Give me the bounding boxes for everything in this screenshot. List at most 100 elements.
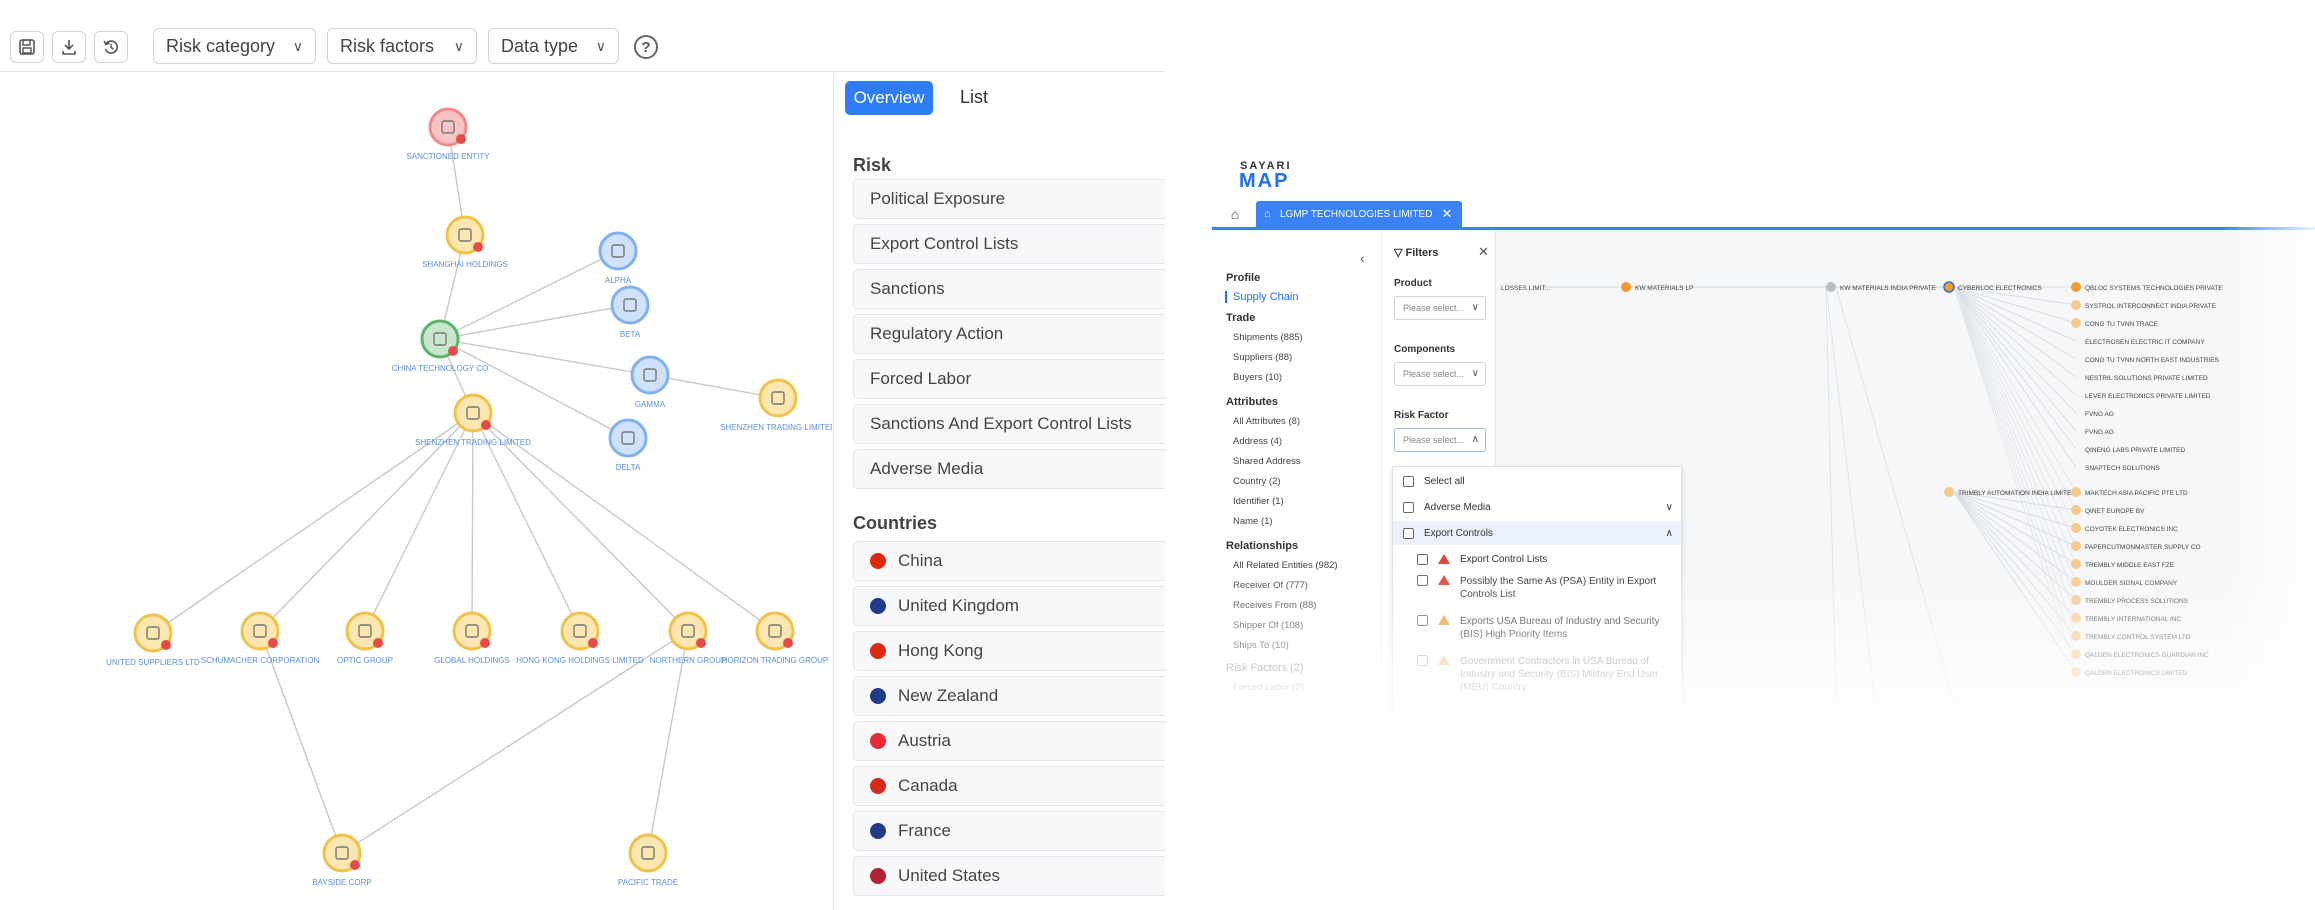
chain-node[interactable]: ELECTROSEN ELECTRIC IT COMPANY xyxy=(2071,336,2205,346)
country-item[interactable]: United Kingdom xyxy=(853,586,1165,626)
chain-node[interactable]: LEVER ELECTRONICS PRIVATE LIMITED xyxy=(2071,390,2211,400)
risk-category-dropdown[interactable]: Risk category ∨ xyxy=(153,28,316,64)
chain-node[interactable]: MAKTECH ASIA PACIFIC PTE LTD xyxy=(2071,487,2188,497)
download-button[interactable] xyxy=(52,31,86,63)
sidebar-item[interactable]: Shared Address xyxy=(1233,456,1301,467)
graph-node[interactable]: SCHUMACHER CORPORATION xyxy=(201,611,320,665)
adverse-media-option[interactable]: Adverse Media ∨ xyxy=(1393,495,1681,519)
graph-node[interactable]: ALPHA xyxy=(598,231,638,285)
sidebar-item[interactable]: Shipper Of (108) xyxy=(1233,620,1303,631)
country-item[interactable]: New Zealand xyxy=(853,676,1165,716)
country-item[interactable]: Canada xyxy=(853,766,1165,806)
checkbox[interactable] xyxy=(1403,527,1414,539)
sidebar-item[interactable]: Country (2) xyxy=(1233,476,1281,487)
chain-node[interactable]: TREMBLY CONTROL SYSTEM LTD xyxy=(2071,631,2191,641)
tab-overview[interactable]: Overview xyxy=(845,81,933,115)
sub-option[interactable]: Exports USA Bureau of Industry and Secur… xyxy=(1393,611,1681,647)
risk-factors-dropdown[interactable]: Risk factors ∨ xyxy=(327,28,477,64)
sub-option[interactable]: Possibly the Same As (PSA) Entity in Exp… xyxy=(1393,571,1681,607)
chevron-left-icon[interactable]: ‹ xyxy=(1360,250,1365,266)
product-select[interactable]: Please select... ∨ xyxy=(1394,296,1486,320)
select-all-option[interactable]: Select all xyxy=(1393,469,1681,493)
checkbox[interactable] xyxy=(1403,475,1414,487)
sub-option[interactable]: Government Contractors in USA Bureau of … xyxy=(1393,651,1681,701)
sidebar-item[interactable]: Buyers (10) xyxy=(1233,372,1282,383)
graph-node[interactable]: BETA xyxy=(610,285,650,339)
graph-node[interactable]: UNITED SUPPLIERS LTD xyxy=(106,613,200,667)
graph-node[interactable]: OPTIC GROUP xyxy=(337,611,393,665)
country-item[interactable]: United States xyxy=(853,856,1165,896)
risk-item[interactable]: Regulatory Action xyxy=(853,314,1165,354)
graph-node[interactable]: SHANGHAI HOLDINGS xyxy=(422,215,508,269)
risk-item[interactable]: Sanctions And Export Control Lists xyxy=(853,404,1165,444)
chain-node[interactable]: QBLOC SYSTEMS TECHNOLOGIES PRIVATE xyxy=(2071,282,2223,292)
chain-node[interactable]: TREMBLY PROCESS SOLUTIONS xyxy=(2071,595,2189,605)
graph-node[interactable]: CHINA TECHNOLOGY CO xyxy=(392,319,489,373)
country-item[interactable]: China xyxy=(853,541,1165,581)
chain-node[interactable]: SNAPTECH SOLUTIONS xyxy=(2071,462,2160,472)
sidebar-item[interactable]: Address (4) xyxy=(1233,436,1282,447)
entity-tab[interactable]: ⌂ LGMP TECHNOLOGIES LIMITED ✕ xyxy=(1256,201,1463,228)
help-icon[interactable]: ? xyxy=(634,35,658,59)
sidebar-item[interactable]: Ships To (10) xyxy=(1233,640,1289,651)
history-button[interactable] xyxy=(94,31,128,63)
graph-node[interactable]: NORTHERN GROUP xyxy=(650,611,727,665)
country-item[interactable]: Austria xyxy=(853,721,1165,761)
chevron-down-icon[interactable]: ∨ xyxy=(1666,502,1673,513)
tab-list[interactable]: List xyxy=(960,87,988,108)
chain-node[interactable]: CONG TU TVNN NORTH EAST INDUSTRIES xyxy=(2071,354,2220,364)
risk-factor-select[interactable]: Please select... ∧ xyxy=(1394,428,1486,452)
chain-node[interactable]: SYSTROL INTERCONNECT INDIA PRIVATE xyxy=(2071,300,2217,310)
chain-node[interactable]: NESTRIL SOLUTIONS PRIVATE LIMITED xyxy=(2071,372,2208,382)
chain-node[interactable]: FVNG AG xyxy=(2071,408,2114,418)
checkbox[interactable] xyxy=(1417,655,1428,666)
risk-item[interactable]: Adverse Media xyxy=(853,449,1165,489)
risk-item[interactable]: Political Exposure xyxy=(853,179,1165,219)
checkbox[interactable] xyxy=(1417,615,1428,626)
chevron-up-icon[interactable]: ∧ xyxy=(1666,528,1673,539)
chain-node[interactable]: PAPERCUTMONMASTER SUPPLY CO xyxy=(2071,541,2201,551)
sidebar-item[interactable]: All Attributes (8) xyxy=(1233,416,1300,427)
country-item[interactable]: France xyxy=(853,811,1165,851)
chain-node[interactable]: QINENG LABS PRIVATE LIMITED xyxy=(2071,444,2185,454)
graph-node[interactable]: PACIFIC TRADE xyxy=(618,833,678,887)
home-icon[interactable]: ⌂ xyxy=(1225,204,1245,224)
sidebar-item[interactable]: Receives From (88) xyxy=(1233,600,1316,611)
chain-node[interactable]: FVNG AG xyxy=(2071,426,2114,436)
sidebar-item[interactable]: Forced Labor (2) xyxy=(1233,682,1304,693)
chain-node[interactable]: CONG TU TVNN TRACE xyxy=(2071,318,2159,328)
risk-item[interactable]: Export Control Lists xyxy=(853,224,1165,264)
components-select[interactable]: Please select... ∨ xyxy=(1394,362,1486,386)
checkbox[interactable] xyxy=(1417,553,1428,565)
network-graph[interactable]: SANCTIONED ENTITY SHANGHAI HOLDINGS CHINA … xyxy=(0,73,832,910)
sidebar-item[interactable]: Suppliers (88) xyxy=(1233,352,1292,363)
data-type-dropdown[interactable]: Data type ∨ xyxy=(488,28,619,64)
risk-item[interactable]: Forced Labor xyxy=(853,359,1165,399)
close-icon[interactable]: ✕ xyxy=(1478,244,1489,260)
country-item[interactable]: Hong Kong xyxy=(853,631,1165,671)
sidebar-item[interactable]: Name (1) xyxy=(1233,516,1273,527)
chain-node[interactable]: TREMBLY MIDDLE EAST FZE xyxy=(2071,559,2175,569)
risk-item[interactable]: Sanctions xyxy=(853,269,1165,309)
graph-node[interactable]: HONG KONG HOLDINGS LIMITED xyxy=(516,611,644,665)
chain-node[interactable]: CYBERLOC ELECTRONICS xyxy=(1943,281,2042,293)
graph-node[interactable]: BAYSIDE CORP xyxy=(312,833,372,887)
checkbox[interactable] xyxy=(1403,501,1414,513)
sidebar-item[interactable]: Shipments (885) xyxy=(1233,332,1303,343)
save-button[interactable] xyxy=(10,31,44,63)
checkbox[interactable] xyxy=(1417,575,1428,586)
graph-canvas[interactable]: SANCTIONED ENTITY SHANGHAI HOLDINGS CHINA … xyxy=(0,73,832,910)
chain-node[interactable]: MOULDER SIGNAL COMPANY xyxy=(2071,577,2178,587)
chain-node[interactable]: TREMBLY INTERNATIONAL INC xyxy=(2071,613,2181,623)
graph-node[interactable]: SHENZHEN TRADING LIMITED xyxy=(415,393,531,447)
sidebar-risk-factors[interactable]: Risk Factors (2) xyxy=(1226,662,1304,674)
chain-node[interactable]: QALDEN ELECTRONICS LIMITED xyxy=(2071,667,2188,677)
close-icon[interactable]: ✕ xyxy=(1442,206,1453,222)
sidebar-item[interactable]: Identifier (1) xyxy=(1233,496,1284,507)
chain-node[interactable]: QINET EUROPE BV xyxy=(2071,505,2145,515)
graph-node[interactable]: HORIZON TRADING GROUP xyxy=(722,611,829,665)
chain-node[interactable]: COYOTEK ELECTRONICS INC xyxy=(2071,523,2178,533)
sidebar-profile[interactable]: Profile xyxy=(1226,272,1260,284)
sidebar-item[interactable]: Receiver Of (777) xyxy=(1233,580,1308,591)
graph-node[interactable]: GLOBAL HOLDINGS xyxy=(434,611,510,665)
